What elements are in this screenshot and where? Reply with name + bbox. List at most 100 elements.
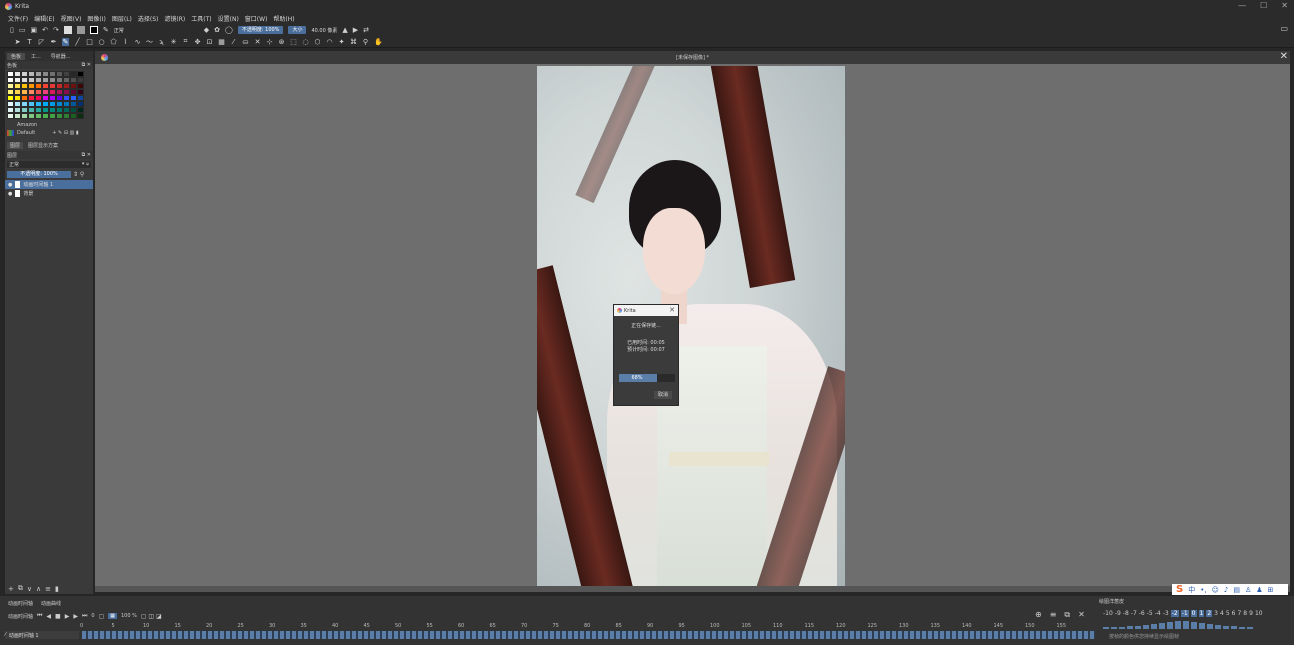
ime-emoji-icon[interactable]: ☺	[1212, 586, 1219, 594]
layer-row[interactable]: ● 动画时间轴 1	[5, 180, 93, 189]
tab-tools[interactable]: 工...	[27, 53, 45, 60]
rect-select-icon[interactable]: ⬚	[290, 38, 297, 46]
duplicate-layer-icon[interactable]: ⧉	[18, 584, 23, 593]
bezier-select-icon[interactable]: ⌘	[350, 38, 357, 46]
tab-palette[interactable]: 色板	[7, 52, 26, 60]
panel-float-close-icon[interactable]: ⧉ ✕	[82, 62, 91, 68]
select-tool-icon[interactable]: ➤	[14, 38, 21, 46]
gradient-swatch[interactable]	[76, 26, 85, 34]
color-swatch[interactable]	[89, 26, 98, 34]
onion-frame-number[interactable]: -9	[1115, 610, 1121, 617]
menu-image[interactable]: 图像(I)	[87, 14, 105, 23]
layer-opacity-slider[interactable]: 不透明度: 100%	[7, 171, 71, 178]
wrap-icon[interactable]: ⇄	[363, 26, 369, 34]
dialog-close-icon[interactable]: ✕	[669, 306, 675, 314]
palette-swatch[interactable]	[21, 113, 28, 119]
move-down-icon[interactable]: ∨	[27, 585, 32, 593]
timeline-menu-icon[interactable]: ≡	[1050, 610, 1057, 620]
layer-properties-icon[interactable]: ≡	[45, 585, 51, 593]
move-up-icon[interactable]: ∧	[36, 585, 41, 593]
palette-swatch[interactable]	[70, 113, 77, 119]
tab-animation-timeline[interactable]: 动画时间轴	[8, 600, 33, 607]
opacity-stepper-icon[interactable]: ⇕ ⚲	[73, 171, 84, 178]
menu-edit[interactable]: 编辑(E)	[34, 14, 54, 23]
onion-frame-number[interactable]: -1	[1180, 610, 1189, 617]
alpha-lock-icon[interactable]: ✿	[214, 26, 220, 34]
eraser-icon[interactable]: ◆	[204, 26, 209, 34]
palette-actions-icon[interactable]: + ✎ ⊟ ▥ ▮	[52, 130, 78, 136]
prev-frame-icon[interactable]: ◀	[46, 613, 51, 620]
zoom-tool-icon[interactable]: ⚲	[362, 38, 369, 46]
ellipse-tool-icon[interactable]: ○	[98, 38, 105, 46]
palette-preset-select[interactable]: Default	[17, 130, 35, 136]
palette-swatch[interactable]	[63, 113, 70, 119]
crop-tool-icon[interactable]: ⌗	[182, 37, 189, 46]
close-button[interactable]: ✕	[1281, 1, 1288, 10]
polyline-tool-icon[interactable]: ⌇	[122, 38, 129, 46]
onion-frame-number[interactable]: -10	[1103, 610, 1113, 617]
tab-layers[interactable]: 图层	[7, 142, 24, 149]
measure-tool-icon[interactable]: ⊹	[266, 38, 273, 46]
dock-float-icon[interactable]: ⧉	[1064, 610, 1070, 620]
filter-icon[interactable]: ▾ ⍦	[82, 161, 89, 168]
fill-tool-icon[interactable]: ⛀	[242, 38, 249, 46]
brush-tool-icon[interactable]: ✎	[62, 37, 69, 46]
save-icon[interactable]: ▣	[30, 26, 37, 34]
canvas-horizontal-scrollbar[interactable]	[95, 586, 1290, 592]
cancel-button[interactable]: 取消	[654, 391, 672, 399]
onion-frame-numbers[interactable]: -10 -9 -8 -7 -6 -5 -4 -3 -2 -1 0 1 2 3 4 5 6 7 8 9 10	[1097, 610, 1294, 617]
size-slider[interactable]: 40.00 像素	[311, 27, 337, 34]
layer-blend-select[interactable]: 正常 ▾ ⍦	[7, 161, 91, 168]
bezier-tool-icon[interactable]: ∿	[134, 38, 141, 46]
menu-help[interactable]: 帮助(H)	[273, 14, 294, 23]
brush-icon[interactable]: ◯	[225, 26, 233, 34]
color-picker-icon[interactable]: ⁄	[230, 38, 237, 46]
polygon-select-icon[interactable]: ⬡	[314, 38, 321, 46]
polygon-tool-icon[interactable]: ⬠	[110, 38, 117, 46]
palette-swatch[interactable]	[7, 113, 14, 119]
timeline-frames-track[interactable]	[82, 631, 1095, 639]
freehand-path-icon[interactable]: 〜	[146, 37, 153, 47]
palette-swatch[interactable]	[77, 113, 84, 119]
document-title[interactable]: [未保存图像] *	[95, 54, 1290, 61]
onion-frame-number[interactable]: -2	[1170, 610, 1179, 617]
onion-frame-number[interactable]: 9	[1249, 610, 1253, 617]
play-icon[interactable]: ▶	[65, 613, 70, 620]
timeline-zoom[interactable]: 100 %	[121, 613, 137, 619]
onion-frame-number[interactable]: 3	[1214, 610, 1218, 617]
onion-frame-number[interactable]: 2	[1206, 610, 1213, 617]
onion-opacity-bars[interactable]	[1103, 621, 1294, 629]
loop-icon[interactable]: ▢	[99, 613, 105, 620]
onion-frame-number[interactable]: -8	[1123, 610, 1129, 617]
freehand-select-icon[interactable]: ◠	[326, 38, 333, 46]
layer-visibility-icon[interactable]: ●	[8, 182, 12, 188]
onion-frame-number[interactable]: 1	[1198, 610, 1205, 617]
menu-file[interactable]: 文件(F)	[8, 14, 28, 23]
ime-punctuation-icon[interactable]: •,	[1200, 586, 1206, 594]
play-icon[interactable]: ▶	[353, 26, 358, 34]
sogou-logo-icon[interactable]: S	[1176, 584, 1183, 595]
new-file-icon[interactable]: ▯	[10, 26, 14, 34]
onion-frame-number[interactable]: 6	[1232, 610, 1236, 617]
ime-tools-icon[interactable]: ⊞	[1268, 586, 1274, 594]
blend-mode-select[interactable]: 正常	[114, 27, 124, 34]
ellipse-select-icon[interactable]: ◌	[302, 38, 309, 46]
onion-frame-number[interactable]: 5	[1226, 610, 1230, 617]
gradient-tool-icon[interactable]: ▦	[218, 38, 225, 46]
menu-layer[interactable]: 图层(L)	[112, 14, 132, 23]
ime-skin-icon[interactable]: ♟	[1256, 586, 1262, 594]
layers-float-close-icon[interactable]: ⧉ ✕	[82, 152, 91, 158]
palette-swatch[interactable]	[56, 113, 63, 119]
calligraphy-icon[interactable]: ✒	[50, 38, 57, 46]
canvas-area[interactable]: [未保存图像] * ✕	[95, 51, 1290, 592]
onion-frame-number[interactable]: -3	[1163, 610, 1169, 617]
brush-preset-icon[interactable]: ✎	[103, 26, 109, 34]
ime-user-icon[interactable]: ♙	[1245, 586, 1251, 594]
menu-tools[interactable]: 工具(T)	[191, 14, 211, 23]
menu-settings[interactable]: 设置(N)	[218, 14, 239, 23]
edit-shapes-icon[interactable]: ◸	[38, 38, 45, 46]
move-tool-icon[interactable]: ✥	[194, 38, 201, 46]
rectangle-tool-icon[interactable]: □	[86, 38, 93, 46]
frame-field[interactable]: 0	[91, 613, 94, 619]
palette-swatch[interactable]	[42, 113, 49, 119]
